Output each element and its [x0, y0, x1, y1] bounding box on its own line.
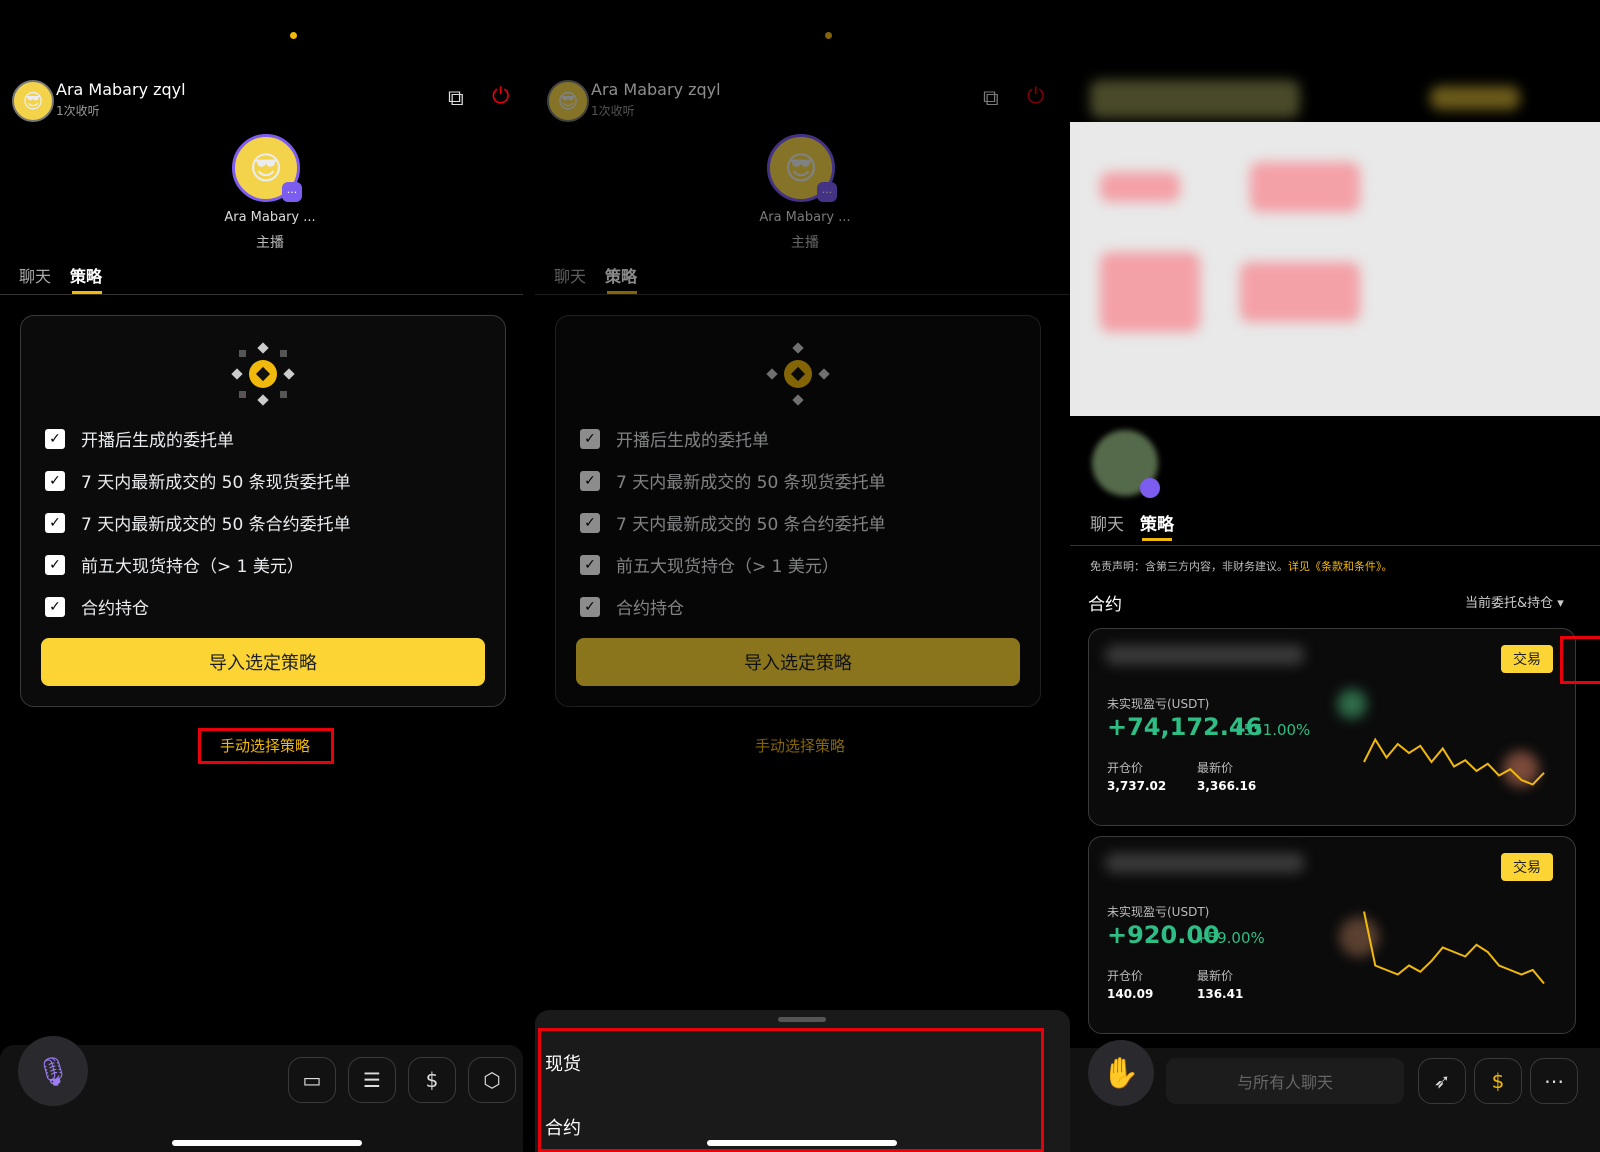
blurred-screen-share	[1070, 122, 1600, 416]
open-price-label: 开仓价	[1107, 969, 1144, 983]
more-icon[interactable]: ⋯	[1530, 1058, 1578, 1104]
filter-dropdown[interactable]: 当前委托&持仓 ▾	[1465, 592, 1564, 611]
pnl-percent: +59.00%	[1195, 929, 1265, 947]
section-title: 合约	[1088, 595, 1122, 615]
box-icon[interactable]: ⬡	[468, 1057, 516, 1103]
blurred-symbol	[1105, 853, 1305, 873]
disclaimer: 免责声明：含第三方内容，非财务建议。详见《条款和条件》。	[1090, 560, 1393, 573]
option-orders-after-live[interactable]: ✓ 开播后生成的委托单	[45, 426, 234, 451]
blurred-header	[1090, 80, 1300, 118]
more-badge: ···	[282, 182, 302, 202]
checkbox-checked-icon[interactable]: ✓	[45, 470, 65, 491]
sparkline-chart	[1363, 911, 1545, 985]
minimize-icon[interactable]: ⧉	[448, 86, 464, 111]
rocket-icon[interactable]: ➶	[1418, 1058, 1466, 1104]
home-indicator	[172, 1140, 362, 1146]
import-strategy-button[interactable]: 导入选定策略	[41, 638, 485, 686]
strategy-logo-icon	[231, 342, 295, 406]
blurred-symbol	[1105, 645, 1305, 665]
strategy-card: ✓ 开播后生成的委托单 ✓ 7 天内最新成交的 50 条现货委托单 ✓ 7 天内最新成…	[20, 315, 506, 707]
trade-button[interactable]: 交易	[1501, 645, 1553, 673]
option-top-spot-holdings[interactable]: ✓ 前五大现货持仓（> 1 美元）	[45, 552, 304, 577]
status-dot	[290, 32, 297, 39]
last-price: 3,366.16	[1197, 779, 1257, 793]
open-price-label: 开仓价	[1107, 761, 1144, 775]
highlight-box	[538, 1028, 1044, 1152]
sheet-handle[interactable]	[778, 1017, 826, 1022]
sparkline-series	[1363, 737, 1545, 786]
strategy-panel-active: 😎 Ara Mabary zqyl 1次收听 ⧉ ⏻ 😎 ··· Ara Mab…	[0, 0, 523, 1152]
terms-link[interactable]: 详见《条款和条件》。	[1288, 560, 1393, 573]
tab-strategy[interactable]: 策略	[70, 263, 102, 287]
last-price-label: 最新价	[1197, 969, 1234, 983]
users-icon[interactable]: ☰	[348, 1057, 396, 1103]
strategy-view-positions: 聊天 策略 免责声明：含第三方内容，非财务建议。详见《条款和条件》。 合约 当前…	[1070, 0, 1600, 1152]
position-card[interactable]: 交易 未实现盈亏(USDT) +74,172.46 +551.00% 开仓价 3…	[1088, 628, 1576, 826]
tab-underline	[1142, 538, 1172, 541]
blurred-header-action	[1430, 86, 1520, 110]
tab-strategy[interactable]: 策略	[1140, 510, 1174, 535]
chat-input[interactable]: 与所有人聊天	[1166, 1058, 1404, 1104]
host-short-name: Ara Mabary ...	[224, 210, 316, 225]
tabs-divider	[1070, 545, 1600, 546]
more-badge-icon	[1140, 478, 1160, 498]
raise-hand-icon[interactable]: ✋	[1088, 1040, 1154, 1106]
host-avatar[interactable]: 😎	[12, 80, 54, 122]
chat-icon[interactable]: ▭	[288, 1057, 336, 1103]
power-icon[interactable]: ⏻	[492, 84, 509, 109]
tab-chat[interactable]: 聊天	[1090, 510, 1124, 535]
dollar-icon[interactable]: $	[408, 1057, 456, 1103]
pnl-label: 未实现盈亏(USDT)	[1107, 905, 1210, 919]
sparkline-chart	[1363, 737, 1545, 786]
trade-button[interactable]: 交易	[1501, 853, 1553, 881]
last-price-label: 最新价	[1197, 761, 1234, 775]
position-card[interactable]: 交易 未实现盈亏(USDT) +920.00 +59.00% 开仓价 140.0…	[1088, 836, 1576, 1034]
home-indicator	[707, 1140, 897, 1146]
modal-overlay[interactable]	[535, 0, 1070, 1152]
listen-count: 1次收听	[56, 104, 100, 118]
host-role: 主播	[256, 235, 284, 251]
host-name: Ara Mabary zqyl	[56, 80, 186, 99]
open-price: 140.09	[1107, 987, 1154, 1001]
dollar-icon[interactable]: $	[1474, 1058, 1522, 1104]
tabs-divider	[0, 294, 523, 295]
option-futures-orders[interactable]: ✓ 7 天内最新成交的 50 条合约委托单	[45, 510, 351, 535]
sparkline-series	[1363, 911, 1545, 985]
checkbox-checked-icon[interactable]: ✓	[45, 512, 65, 533]
option-futures-positions[interactable]: ✓ 合约持仓	[45, 594, 149, 619]
option-spot-orders[interactable]: ✓ 7 天内最新成交的 50 条现货委托单	[45, 468, 351, 493]
checkbox-checked-icon[interactable]: ✓	[45, 554, 65, 575]
pnl-percent: +551.00%	[1231, 721, 1311, 739]
open-price: 3,737.02	[1107, 779, 1167, 793]
pnl-label: 未实现盈亏(USDT)	[1107, 697, 1210, 711]
highlight-box	[198, 728, 334, 764]
tab-chat[interactable]: 聊天	[19, 263, 51, 287]
checkbox-checked-icon[interactable]: ✓	[45, 596, 65, 617]
highlight-box	[1560, 636, 1600, 684]
checkbox-checked-icon[interactable]: ✓	[45, 428, 65, 449]
microphone-icon[interactable]: 🎙	[18, 1036, 88, 1106]
strategy-panel-sheet: 😎 Ara Mabary zqyl 1次收听 ⧉ ⏻ 😎 ··· Ara Mab…	[535, 0, 1070, 1152]
last-price: 136.41	[1197, 987, 1244, 1001]
